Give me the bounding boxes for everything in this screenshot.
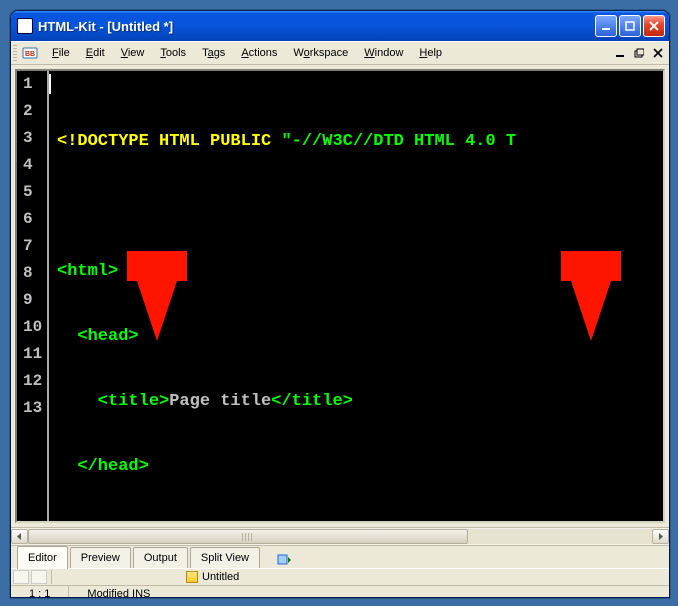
scroll-thumb[interactable] <box>28 529 468 544</box>
menubar-app-icon[interactable]: BB <box>22 45 38 61</box>
status-mode: Modified INS <box>69 586 168 598</box>
blank-line <box>57 193 663 220</box>
scroll-right-button[interactable] <box>652 529 669 544</box>
token: <head> <box>57 327 139 346</box>
status-bar: 1 : 1 Modified INS <box>11 585 669 598</box>
text-caret <box>49 74 51 94</box>
blank-line <box>57 518 663 523</box>
tab-editor[interactable]: Editor <box>17 546 68 569</box>
close-icon <box>648 20 660 32</box>
line-number: 13 <box>17 395 47 422</box>
mdi-restore-button[interactable] <box>631 45 647 61</box>
app-window: HTML-Kit - [Untitled *] BB File Edit Vie… <box>10 10 670 598</box>
menu-window[interactable]: Window <box>356 45 411 61</box>
menu-file[interactable]: File <box>44 45 78 61</box>
menu-tags[interactable]: Tags <box>194 45 233 61</box>
document-bar: Untitled <box>11 568 669 585</box>
line-number: 12 <box>17 368 47 395</box>
docbar-scroll-right-button[interactable] <box>31 570 47 584</box>
menubar: BB File Edit View Tools Tags Actions Wor… <box>11 41 669 65</box>
line-number: 8 <box>17 260 47 287</box>
menu-tools[interactable]: Tools <box>152 45 194 61</box>
menu-help[interactable]: Help <box>411 45 450 61</box>
chevron-right-icon <box>657 533 664 540</box>
scroll-left-button[interactable] <box>11 529 28 544</box>
close-button[interactable] <box>643 15 665 37</box>
menu-view[interactable]: View <box>113 45 153 61</box>
line-number: 1 <box>17 71 47 98</box>
editor-area: 12345678910111213 <!DOCTYPE HTML PUBLIC … <box>11 65 669 527</box>
tab-output[interactable]: Output <box>133 547 188 568</box>
view-tabs: Editor Preview Output Split View <box>11 545 669 568</box>
line-number: 7 <box>17 233 47 260</box>
token: Page title <box>169 392 271 411</box>
mdi-minimize-button[interactable] <box>612 45 628 61</box>
token: </title> <box>271 392 353 411</box>
token: <html> <box>57 262 118 281</box>
line-number: 3 <box>17 125 47 152</box>
menu-actions[interactable]: Actions <box>233 45 285 61</box>
code-editor[interactable]: 12345678910111213 <!DOCTYPE HTML PUBLIC … <box>15 69 665 523</box>
grip-icon <box>242 533 254 541</box>
line-number: 9 <box>17 287 47 314</box>
window-title: HTML-Kit - [Untitled *] <box>38 19 593 34</box>
tab-preview[interactable]: Preview <box>70 547 131 568</box>
maximize-button[interactable] <box>619 15 641 37</box>
docbar-scroll-left-button[interactable] <box>13 570 29 584</box>
line-number: 5 <box>17 179 47 206</box>
status-cursor-position: 1 : 1 <box>11 586 69 598</box>
line-number: 10 <box>17 314 47 341</box>
titlebar[interactable]: HTML-Kit - [Untitled *] <box>11 11 669 41</box>
line-number: 6 <box>17 206 47 233</box>
token: <title> <box>57 392 169 411</box>
tab-split-view[interactable]: Split View <box>190 547 260 568</box>
tab-options-icon[interactable] <box>276 552 292 568</box>
token: </head> <box>57 457 149 476</box>
chevron-left-icon <box>16 533 23 540</box>
line-number: 2 <box>17 98 47 125</box>
maximize-icon <box>625 21 635 31</box>
line-gutter: 12345678910111213 <box>17 71 49 521</box>
document-icon <box>186 571 198 583</box>
svg-text:BB: BB <box>25 51 35 58</box>
app-icon <box>17 18 33 34</box>
mdi-close-button[interactable] <box>650 45 666 61</box>
line-number: 4 <box>17 152 47 179</box>
menu-edit[interactable]: Edit <box>78 45 113 61</box>
code-content[interactable]: <!DOCTYPE HTML PUBLIC "-//W3C//DTD HTML … <box>49 71 663 521</box>
document-name[interactable]: Untitled <box>202 571 239 583</box>
toolbar-grip-icon[interactable] <box>13 45 17 61</box>
token: "-//W3C//DTD HTML 4.0 T <box>281 132 516 151</box>
separator <box>51 570 52 584</box>
horizontal-scrollbar[interactable] <box>11 527 669 545</box>
scroll-track[interactable] <box>28 529 652 544</box>
minimize-button[interactable] <box>595 15 617 37</box>
menu-workspace[interactable]: Workspace <box>285 45 356 61</box>
token: <!DOCTYPE HTML PUBLIC <box>57 132 281 151</box>
minimize-icon <box>601 21 611 31</box>
line-number: 11 <box>17 341 47 368</box>
